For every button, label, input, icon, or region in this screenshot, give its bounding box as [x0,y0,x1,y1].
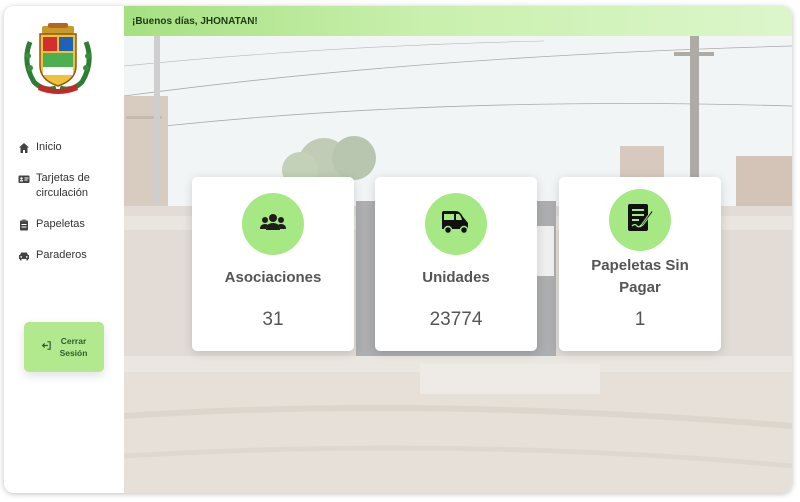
stat-card-unidades[interactable]: Unidades 23774 [375,177,537,351]
card-value: 23774 [429,309,483,330]
card-title: Papeletas Sin Pagar [591,257,689,296]
app-window: Inicio Tarjetas de circulación Papeletas… [4,6,792,493]
document-sign-icon [625,202,655,239]
card-title: Asociaciones [224,269,322,286]
logout-button[interactable]: Cerrar Sesión [24,322,104,372]
mototaxi-icon [440,209,472,240]
sidebar-item-inicio[interactable]: Inicio [18,140,122,155]
stat-card-asociaciones[interactable]: Asociaciones 31 [192,177,354,351]
sidebar-item-paraderos[interactable]: Paraderos [18,248,122,263]
card-icon-circle [242,193,304,255]
card-icon-circle [609,189,671,251]
sidebar-item-label: Inicio [36,141,62,153]
greeting-text: ¡Buenos días, JHONATAN! [132,15,258,27]
stat-card-papeletas-sin-pagar[interactable]: Papeletas Sin Pagar 1 [559,177,721,351]
top-bar: ¡Buenos días, JHONATAN! [124,6,792,36]
users-icon [260,212,286,237]
id-card-icon [18,173,30,185]
card-value: 1 [634,309,646,330]
logout-label: Cerrar Sesión [59,336,88,358]
card-value: 31 [262,309,284,330]
sidebar-item-tarjetas[interactable]: Tarjetas de circulación [18,171,122,201]
car-icon [18,250,30,262]
card-icon-circle [425,193,487,255]
sidebar-item-label: Tarjetas de circulación [36,172,90,199]
sidebar-item-label: Papeletas [36,218,85,230]
municipal-coat-of-arms-logo [20,22,96,96]
clipboard-icon [18,219,30,231]
sidebar-item-label: Paraderos [36,249,87,261]
sidebar: Inicio Tarjetas de circulación Papeletas… [4,6,124,493]
sidebar-nav: Inicio Tarjetas de circulación Papeletas… [18,140,122,279]
main-content: ¡Buenos días, JHONATAN! Asociaciones 31 … [124,6,792,493]
home-icon [18,142,30,154]
logout-icon [41,338,52,356]
card-title: Unidades [422,269,490,286]
sidebar-item-papeletas[interactable]: Papeletas [18,217,122,232]
